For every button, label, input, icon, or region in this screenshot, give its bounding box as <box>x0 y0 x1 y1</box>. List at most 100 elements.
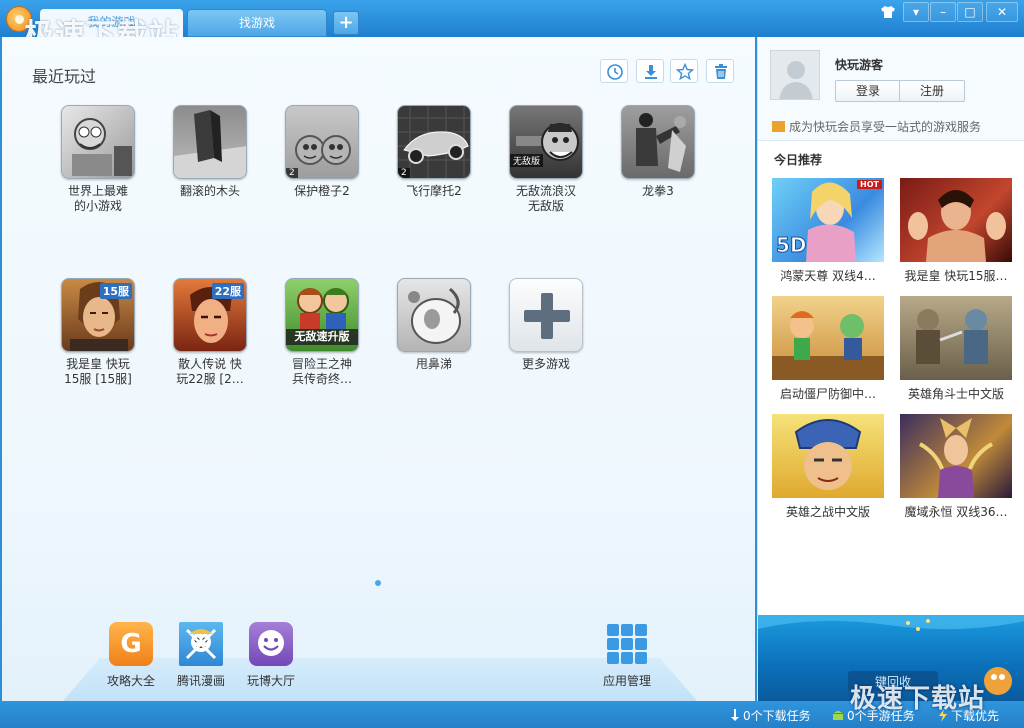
avatar[interactable] <box>770 50 820 100</box>
history-button[interactable] <box>600 59 628 83</box>
wanbo-hall-app[interactable]: 玩博大厅 <box>236 622 306 689</box>
game-name: 无敌流浪汉 无敌版 <box>515 184 576 213</box>
recommend-name: 我是皇 快玩15服… <box>904 269 1008 283</box>
default-avatar-icon <box>779 61 813 99</box>
download-task-status[interactable]: 0个下载任务 <box>730 707 811 724</box>
recommend-name: 英雄之战中文版 <box>785 505 870 519</box>
page-indicator[interactable] <box>375 580 381 586</box>
svg-text:5D: 5D <box>776 233 807 257</box>
app-label: 玩博大厅 <box>246 674 295 688</box>
download-icon <box>645 65 657 79</box>
game-item[interactable]: 15服 我是皇 快玩 15服 [15服] <box>42 278 154 387</box>
game-name: 我是皇 快玩 15服 [15服] <box>64 357 132 386</box>
trash-icon <box>715 64 727 79</box>
recommend-image[interactable]: 5D HOT <box>772 178 884 262</box>
more-games-button[interactable]: 更多游戏 <box>490 278 602 372</box>
recommend-name: 鸿蒙天尊 双线4… <box>780 269 876 283</box>
game-icon[interactable] <box>61 105 135 179</box>
maximize-button[interactable]: □ <box>957 2 983 22</box>
app-grid-icon[interactable] <box>605 622 649 666</box>
game-icon[interactable]: 2 <box>285 105 359 179</box>
recommend-item[interactable]: 5D HOT 鸿蒙天尊 双线4… <box>772 178 884 284</box>
recommend-item[interactable]: 英雄之战中文版 <box>772 414 884 520</box>
game-corner-badge: 2 <box>398 168 410 178</box>
game-item[interactable]: 世界上最难 的小游戏 <box>42 105 154 214</box>
recommend-image[interactable] <box>900 296 1012 380</box>
crown-icon <box>772 121 785 132</box>
recommend-name: 魔域永恒 双线36… <box>904 505 1008 519</box>
recommend-image[interactable] <box>900 414 1012 498</box>
game-item[interactable]: 无敌版 无敌流浪汉 无敌版 <box>490 105 602 214</box>
login-button[interactable]: 登录 <box>835 80 901 102</box>
game-icon[interactable] <box>173 105 247 179</box>
main-panel: 最近玩过 世界上最难 的小游戏 翻滚的木头 2 保护橙子2 2 飞行摩托2 无敌… <box>2 37 755 702</box>
plus-icon[interactable] <box>509 278 583 352</box>
clock-icon <box>607 64 623 80</box>
game-corner-badge: 2 <box>286 168 298 178</box>
add-tab-button[interactable]: + <box>333 11 359 35</box>
hot-tag: HOT <box>857 180 882 189</box>
game-icon[interactable]: 2 <box>397 105 471 179</box>
recommend-item[interactable]: 我是皇 快玩15服… <box>900 178 1012 284</box>
app-label: 腾讯漫画 <box>176 674 225 688</box>
strategy-guide-app[interactable]: G 攻略大全 <box>96 622 166 689</box>
android-icon <box>833 711 843 720</box>
minimize-button[interactable]: – <box>930 2 956 22</box>
game-server-badge: 22服 <box>211 283 244 299</box>
close-button[interactable]: ✕ <box>986 2 1018 22</box>
app-label: 应用管理 <box>602 674 651 688</box>
recommend-image[interactable] <box>900 178 1012 262</box>
recommend-image[interactable] <box>772 414 884 498</box>
game-icon[interactable] <box>397 278 471 352</box>
game-item[interactable]: 无敌速升版 冒险王之神 兵传奇终… <box>266 278 378 387</box>
user-panel: 快玩游客 登录 注册 成为快玩会员享受一站式的游戏服务 <box>758 37 1024 141</box>
game-item[interactable]: 2 保护橙子2 <box>266 105 378 199</box>
delete-button[interactable] <box>706 59 734 83</box>
game-item[interactable]: 龙拳3 <box>602 105 714 199</box>
game-icon[interactable]: 22服 <box>173 278 247 352</box>
title-bar: 我的游戏 找游戏 + 极速下载站 ▾ – □ ✕ <box>0 0 1024 53</box>
game-name: 冒险王之神 兵传奇终… <box>291 357 352 386</box>
game-icon[interactable]: 无敌版 <box>509 105 583 179</box>
tencent-comic-app[interactable]: 腾讯漫画 <box>166 622 236 689</box>
app-label: 攻略大全 <box>106 674 155 688</box>
favorite-button[interactable] <box>670 59 698 83</box>
game-item[interactable]: 甩鼻涕 <box>378 278 490 372</box>
game-item[interactable]: 翻滚的木头 <box>154 105 266 199</box>
recent-title: 最近玩过 <box>32 67 97 86</box>
tshirt-icon <box>881 6 895 18</box>
recommend-item[interactable]: 英雄角斗士中文版 <box>900 296 1012 402</box>
app-manager[interactable]: 应用管理 <box>592 622 662 689</box>
download-button[interactable] <box>636 59 664 83</box>
game-icon[interactable]: 无敌速升版 <box>285 278 359 352</box>
game-icon[interactable] <box>621 105 695 179</box>
smile-icon[interactable] <box>249 622 293 666</box>
manga-icon[interactable] <box>179 622 223 666</box>
skin-button[interactable] <box>875 2 901 22</box>
recommend-name: 启动僵尸防御中… <box>779 387 876 401</box>
game-icon[interactable]: 15服 <box>61 278 135 352</box>
game-corner-badge: 无敌版 <box>510 154 544 167</box>
game-name: 飞行摩托2 <box>406 184 462 198</box>
game-name: 翻滚的木头 <box>179 184 240 198</box>
game-name: 散人传说 快玩22服 [2… <box>176 357 244 386</box>
username: 快玩游客 <box>835 58 884 72</box>
watermark-bottom: 极速下载站 <box>850 684 986 714</box>
recommend-name: 英雄角斗士中文版 <box>907 387 1004 401</box>
recommend-image[interactable] <box>772 296 884 380</box>
download-arrow-icon <box>731 709 739 721</box>
game-item[interactable]: 22服 散人传说 快玩22服 [2… <box>154 278 266 387</box>
vip-promo[interactable]: 成为快玩会员享受一站式的游戏服务 <box>772 118 981 135</box>
guide-g-icon[interactable]: G <box>109 622 153 666</box>
game-name: 龙拳3 <box>642 184 674 198</box>
menu-button[interactable]: ▾ <box>903 2 929 22</box>
recommend-item[interactable]: 启动僵尸防御中… <box>772 296 884 402</box>
tab-find-games[interactable]: 找游戏 <box>187 9 327 37</box>
game-name: 世界上最难 的小游戏 <box>67 184 128 213</box>
game-ribbon: 无敌速升版 <box>286 329 358 345</box>
recommend-item[interactable]: 魔域永恒 双线36… <box>900 414 1012 520</box>
register-button[interactable]: 注册 <box>899 80 965 102</box>
star-icon <box>676 63 694 81</box>
game-item[interactable]: 2 飞行摩托2 <box>378 105 490 199</box>
right-sidebar: 快玩游客 登录 注册 成为快玩会员享受一站式的游戏服务 今日推荐 5D HOT … <box>757 37 1024 701</box>
